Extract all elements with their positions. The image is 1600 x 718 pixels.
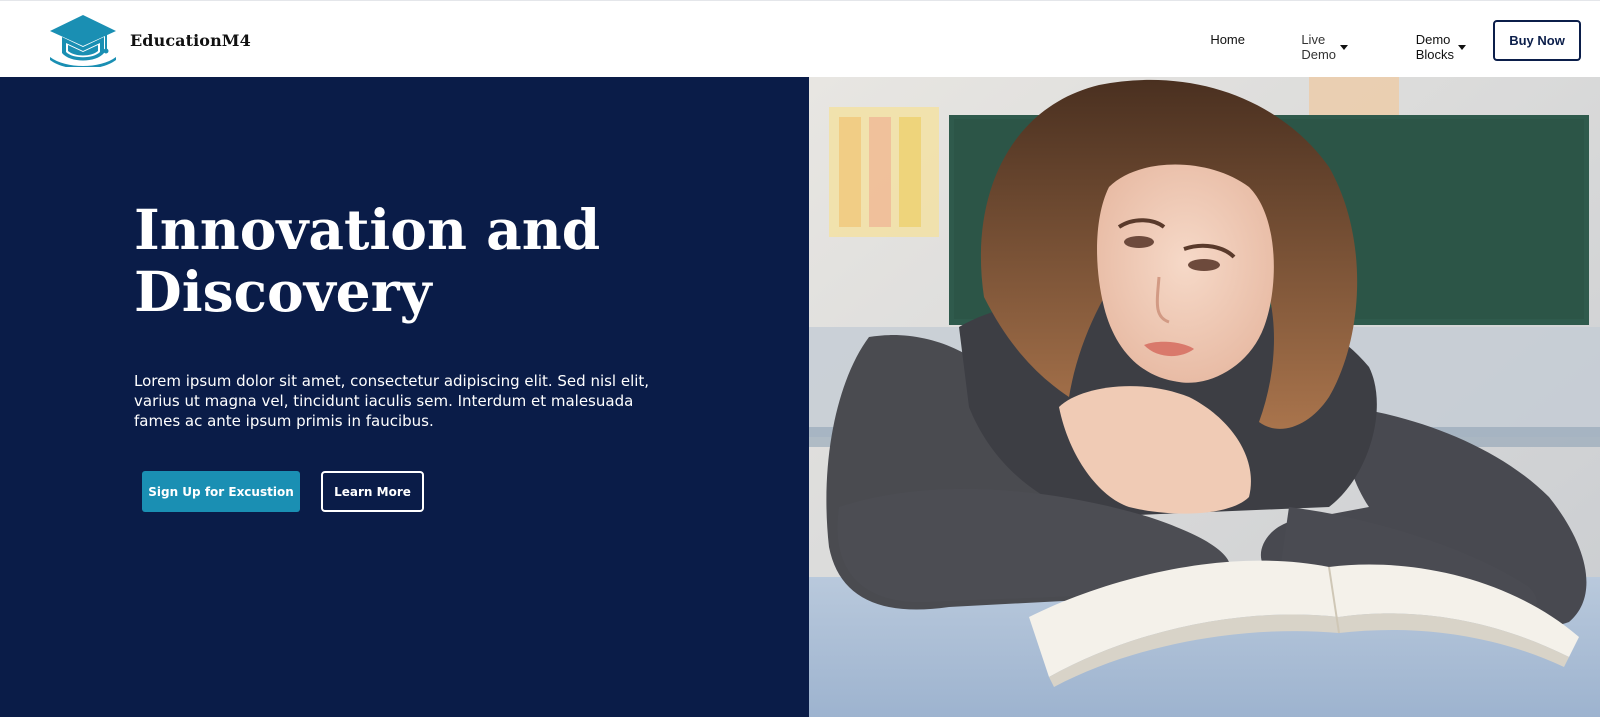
hero-photo: [809, 77, 1600, 718]
nav-item-home-label: Home: [1210, 32, 1245, 47]
brand[interactable]: EducationM4: [48, 13, 251, 67]
hero-content-panel: Innovation and Discovery Lorem ipsum dol…: [0, 77, 809, 718]
nav-item-home[interactable]: Home: [1210, 32, 1245, 47]
hero-title-line1: Innovation and: [134, 197, 601, 262]
nav-item-live-demo-label: Live Demo: [1301, 32, 1337, 62]
nav-item-demo-blocks[interactable]: Demo Blocks: [1416, 32, 1466, 62]
hero-description: Lorem ipsum dolor sit amet, consectetur …: [134, 372, 650, 430]
nav-item-demo-blocks-label: Demo Blocks: [1415, 32, 1455, 62]
chevron-down-icon: [1340, 44, 1348, 50]
hero-title: Innovation and Discovery: [134, 199, 674, 323]
learn-more-button[interactable]: Learn More: [321, 471, 424, 512]
buy-now-button[interactable]: Buy Now: [1493, 20, 1581, 61]
nav-item-live-demo[interactable]: Live Demo: [1301, 32, 1348, 62]
chevron-down-icon: [1458, 44, 1466, 50]
student-reading-book-photo: [809, 77, 1600, 718]
hero-title-line2: Discovery: [134, 259, 432, 324]
graduation-cap-icon: [50, 15, 116, 67]
sign-up-button[interactable]: Sign Up for Excustion: [142, 471, 300, 512]
brand-name: EducationM4: [130, 30, 251, 50]
top-navbar: EducationM4 Home Live Demo Demo Blocks B…: [0, 0, 1600, 77]
